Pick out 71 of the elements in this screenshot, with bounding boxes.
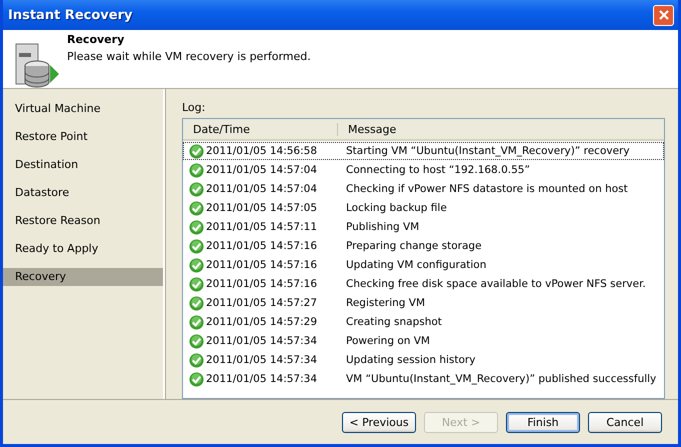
log-message: Creating snapshot xyxy=(346,316,442,328)
step-item[interactable]: Restore Reason xyxy=(3,212,163,230)
window-title: Instant Recovery xyxy=(8,8,132,22)
log-time: 2011/01/05 14:57:34 xyxy=(206,373,318,385)
log-row[interactable]: 2011/01/05 14:57:34 Powering on VM xyxy=(183,332,664,350)
log-time: 2011/01/05 14:57:05 xyxy=(206,202,318,214)
log-row[interactable]: 2011/01/05 14:57:04 Connecting to host “192.168.0.55” xyxy=(183,161,664,179)
wizard-button[interactable]: Finish xyxy=(506,412,580,432)
log-time: 2011/01/05 14:57:11 xyxy=(206,221,318,233)
log-message: Updating VM configuration xyxy=(346,259,486,271)
log-time: 2011/01/05 14:57:29 xyxy=(206,316,318,328)
log-row[interactable]: 2011/01/05 14:57:27 Registering VM xyxy=(183,294,664,312)
log-row[interactable]: 2011/01/05 14:56:58 Starting VM “Ubuntu(Instant_VM_Recovery)” recovery xyxy=(183,142,664,160)
page-description: Please wait while VM recovery is performed. xyxy=(67,50,311,63)
step-item[interactable]: Destination xyxy=(3,156,163,174)
wizard-button[interactable]: Cancel xyxy=(588,412,662,432)
log-message: Checking free disk space available to vPower NFS server. xyxy=(346,278,646,290)
log-time: 2011/01/05 14:57:16 xyxy=(206,278,318,290)
log-time: 2011/01/05 14:56:58 xyxy=(206,145,318,157)
step-item[interactable]: Restore Point xyxy=(3,128,163,146)
success-icon xyxy=(189,182,204,196)
log-message: Registering VM xyxy=(346,297,426,309)
log-time: 2011/01/05 14:57:34 xyxy=(206,354,318,366)
log-time: 2011/01/05 14:57:16 xyxy=(206,259,318,271)
log-row[interactable]: 2011/01/05 14:57:29 Creating snapshot xyxy=(183,313,664,331)
success-icon xyxy=(189,334,204,348)
log-time: 2011/01/05 14:57:04 xyxy=(206,164,318,176)
log-message: VM “Ubuntu(Instant_VM_Recovery)” published successfully xyxy=(346,373,656,385)
step-item[interactable]: Recovery xyxy=(3,268,163,286)
log-message: Starting VM “Ubuntu(Instant_VM_Recovery)” recovery xyxy=(346,145,630,157)
success-icon xyxy=(189,162,204,178)
log-row[interactable]: 2011/01/05 14:57:16 Preparing change storage xyxy=(183,237,664,255)
column-header[interactable]: Date/Time xyxy=(183,122,338,136)
log-row[interactable]: 2011/01/05 14:57:05 Locking backup file xyxy=(183,199,664,217)
log-time: 2011/01/05 14:57:34 xyxy=(206,335,318,347)
success-icon xyxy=(189,200,204,216)
log-label: Log: xyxy=(182,101,206,114)
column-header[interactable]: Message xyxy=(338,122,396,136)
success-icon xyxy=(189,238,204,254)
close-icon xyxy=(658,9,670,21)
page-title: Recovery xyxy=(67,33,126,46)
log-row[interactable]: 2011/01/05 14:57:34 Updating session history xyxy=(183,351,664,369)
log-message: Locking backup file xyxy=(346,202,447,214)
success-icon xyxy=(189,296,204,310)
log-time: 2011/01/05 14:57:27 xyxy=(206,297,318,309)
step-item[interactable]: Datastore xyxy=(3,184,163,202)
wizard-button[interactable]: < Previous xyxy=(342,412,416,432)
success-icon xyxy=(189,258,204,272)
log-row[interactable]: 2011/01/05 14:57:34 VM “Ubuntu(Instant_VM_Recovery)” published successfully xyxy=(183,370,664,388)
step-item[interactable]: Virtual Machine xyxy=(3,100,163,118)
success-icon xyxy=(189,352,204,368)
success-icon xyxy=(189,314,204,330)
log-message: Checking if vPower NFS datastore is mounted on host xyxy=(346,183,628,195)
log-row[interactable]: 2011/01/05 14:57:11 Publishing VM xyxy=(183,218,664,236)
log-time: 2011/01/05 14:57:16 xyxy=(206,240,318,252)
log-message: Publishing VM xyxy=(346,221,420,233)
success-icon xyxy=(189,144,204,158)
log-message: Connecting to host “192.168.0.55” xyxy=(346,164,530,176)
success-icon xyxy=(189,276,204,292)
log-row[interactable]: 2011/01/05 14:57:04 Checking if vPower NFS datastore is mounted on host xyxy=(183,180,664,198)
log-message: Updating session history xyxy=(346,354,476,366)
close-button[interactable] xyxy=(653,4,674,26)
log-message: Powering on VM xyxy=(346,335,430,347)
success-icon xyxy=(189,372,204,386)
server-database-icon xyxy=(13,41,61,89)
log-row[interactable]: 2011/01/05 14:57:16 Updating VM configuration xyxy=(183,256,664,274)
step-item[interactable]: Ready to Apply xyxy=(3,240,163,258)
log-row[interactable]: 2011/01/05 14:57:16 Checking free disk space available to vPower NFS server. xyxy=(183,275,664,293)
log-time: 2011/01/05 14:57:04 xyxy=(206,183,318,195)
success-icon xyxy=(189,220,204,234)
log-message: Preparing change storage xyxy=(346,240,482,252)
